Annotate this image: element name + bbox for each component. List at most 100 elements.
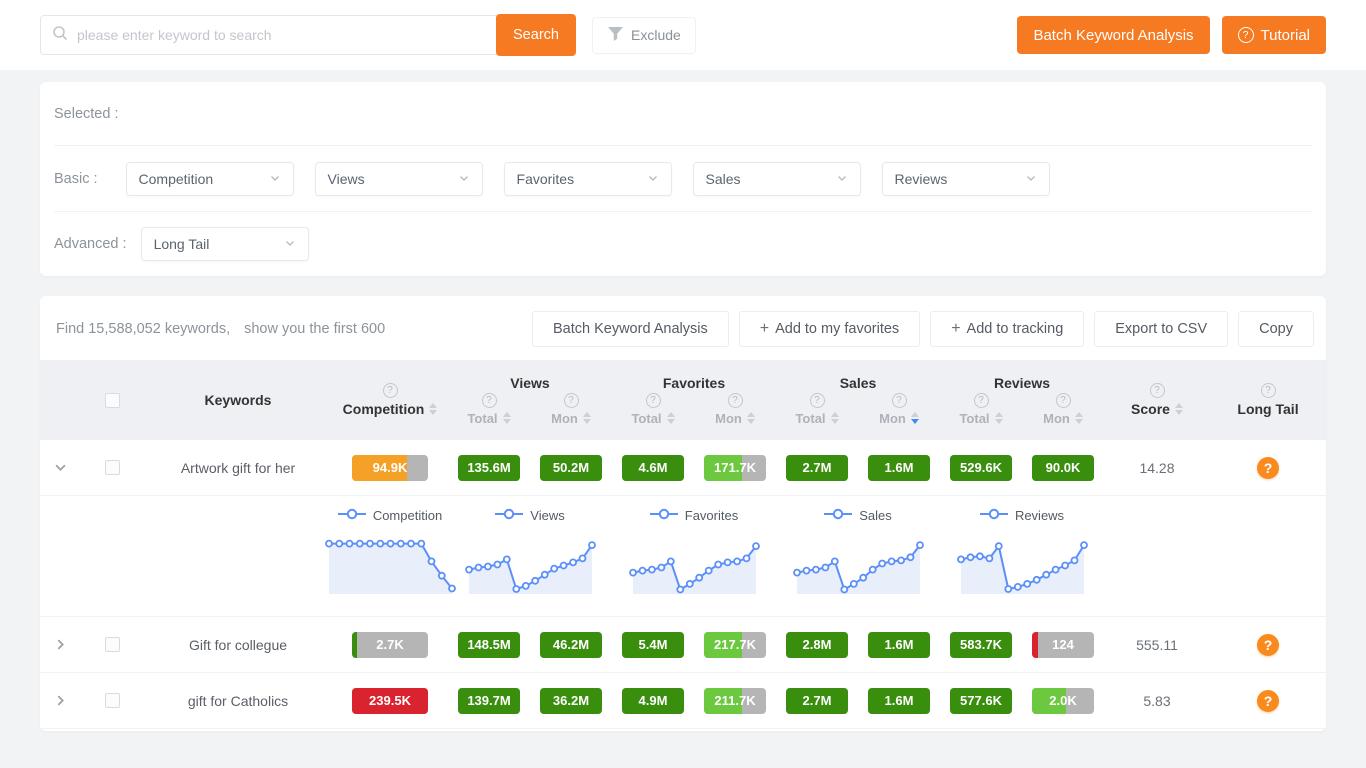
results-actions: Batch Keyword Analysis + Add to my favorit… (532, 311, 1314, 347)
views-total-badge: 139.7M (458, 688, 520, 714)
views-mon-badge: 50.2M (540, 455, 602, 481)
sort-carets-icon[interactable] (831, 412, 839, 424)
plus-icon: + (760, 320, 769, 338)
badge-value: 529.6K (960, 460, 1002, 475)
trend-chart-reviews: Reviews (940, 508, 1104, 600)
results-action-add-to-tracking[interactable]: +Add to tracking (930, 311, 1084, 347)
filter-select-favorites[interactable]: Favorites (504, 162, 672, 196)
sort-carets-icon[interactable] (503, 412, 511, 424)
competition-badge: 2.7K (352, 632, 428, 658)
column-label: Total (795, 411, 825, 426)
header-group-sales: Sales?Total?Mon (776, 375, 940, 426)
trend-chart-views: Views (448, 508, 612, 600)
reviews-mon-badge: 90.0K (1032, 455, 1094, 481)
results-action-export-to-csv[interactable]: Export to CSV (1094, 311, 1228, 347)
long-tail-column-header: ? Long Tail (1210, 383, 1326, 417)
top-actions: Batch Keyword Analysis ? Tutorial (1017, 16, 1326, 54)
table-row: Gift for collegue2.7K148.5M46.2M5.4M217.… (40, 617, 1326, 673)
filter-select-long-tail[interactable]: Long Tail (141, 227, 309, 261)
chevron-down-icon (284, 236, 296, 252)
reviews-mon-badge: 2.0K (1032, 688, 1094, 714)
select-value: Favorites (517, 171, 575, 187)
long-tail-help-icon[interactable]: ? (1257, 634, 1279, 656)
column-label: Total (467, 411, 497, 426)
button-label: Add to tracking (967, 321, 1064, 337)
filter-select-competition[interactable]: Competition (126, 162, 294, 196)
help-icon[interactable]: ? (974, 393, 989, 408)
results-action-add-to-my-favorites[interactable]: + Add to my favorites (739, 311, 920, 347)
filter-select-reviews[interactable]: Reviews (882, 162, 1050, 196)
long-tail-header-label: Long Tail (1237, 401, 1298, 417)
search-input[interactable] (40, 15, 500, 55)
long-tail-help-icon[interactable]: ? (1257, 690, 1279, 712)
column-label: Mon (551, 411, 578, 426)
chart-legend: Reviews (980, 508, 1064, 523)
sort-carets-icon[interactable] (1175, 403, 1183, 415)
advanced-filter-selects: Long Tail (141, 227, 309, 261)
help-icon[interactable]: ? (1261, 383, 1276, 398)
score-value: 5.83 (1143, 693, 1170, 709)
column-label: Mon (1043, 411, 1070, 426)
button-label: Add to my favorites (775, 321, 899, 337)
sort-carets-icon[interactable] (1075, 412, 1083, 424)
help-icon[interactable]: ? (564, 393, 579, 408)
batch-button-label: Batch Keyword Analysis (1033, 27, 1193, 44)
sales-total-badge: 2.7M (786, 688, 848, 714)
help-icon[interactable]: ? (383, 383, 398, 398)
chevron-right-icon[interactable] (55, 695, 66, 706)
header-favorites-total: ? Total (612, 391, 694, 426)
badge-value: 4.9M (639, 693, 668, 708)
select-value: Reviews (895, 171, 948, 187)
views-mon-badge: 36.2M (540, 688, 602, 714)
help-icon[interactable]: ? (482, 393, 497, 408)
competition-badge: 94.9K (352, 455, 428, 481)
sort-carets-icon[interactable] (995, 412, 1003, 424)
table-body: Artwork gift for her94.9K135.6M50.2M4.6M… (40, 440, 1326, 729)
filter-select-views[interactable]: Views (315, 162, 483, 196)
help-icon[interactable]: ? (810, 393, 825, 408)
row-checkbox[interactable] (105, 637, 120, 652)
help-icon[interactable]: ? (728, 393, 743, 408)
sort-carets-icon[interactable] (429, 403, 437, 415)
trend-chart-competition: Competition (332, 508, 448, 600)
chevron-right-icon[interactable] (55, 639, 66, 650)
row-checkbox[interactable] (105, 460, 120, 475)
sort-carets-icon[interactable] (911, 412, 919, 424)
results-action-batch-keyword-analysis[interactable]: Batch Keyword Analysis (532, 311, 729, 347)
score-value: 14.28 (1139, 460, 1174, 476)
legend-label: Reviews (1015, 508, 1064, 523)
keyword-text: gift for Catholics (188, 693, 288, 709)
legend-marker-icon (980, 508, 1008, 523)
chevron-down-icon[interactable] (55, 462, 66, 473)
header-views-total: ? Total (448, 391, 530, 426)
select-all-checkbox[interactable] (105, 393, 120, 408)
column-label: Total (631, 411, 661, 426)
search-button[interactable]: Search (496, 14, 576, 56)
sort-carets-icon[interactable] (667, 412, 675, 424)
keyword-text: Gift for collegue (189, 637, 287, 653)
row-checkbox[interactable] (105, 693, 120, 708)
long-tail-help-icon[interactable]: ? (1257, 457, 1279, 479)
badge-value: 2.7M (803, 693, 832, 708)
select-value: Long Tail (154, 236, 210, 252)
exclude-filter-button[interactable]: Exclude (592, 17, 696, 54)
help-icon[interactable]: ? (892, 393, 907, 408)
favorites-mon-badge: 211.7K (704, 688, 766, 714)
batch-keyword-analysis-button[interactable]: Batch Keyword Analysis (1017, 16, 1209, 54)
badge-value: 148.5M (467, 637, 510, 652)
legend-label: Favorites (685, 508, 738, 523)
favorites-total-badge: 4.9M (622, 688, 684, 714)
filter-select-sales[interactable]: Sales (693, 162, 861, 196)
reviews-total-badge: 529.6K (950, 455, 1012, 481)
tutorial-button[interactable]: ? Tutorial (1222, 16, 1326, 54)
sort-carets-icon[interactable] (747, 412, 755, 424)
header-views-mon: ? Mon (530, 391, 612, 426)
help-icon[interactable]: ? (1056, 393, 1071, 408)
sort-carets-icon[interactable] (583, 412, 591, 424)
help-icon[interactable]: ? (646, 393, 661, 408)
help-icon[interactable]: ? (1150, 383, 1165, 398)
chevron-down-icon (269, 171, 281, 187)
favorites-mon-badge: 217.7K (704, 632, 766, 658)
results-action-copy[interactable]: Copy (1238, 311, 1314, 347)
sales-mon-badge: 1.6M (868, 632, 930, 658)
